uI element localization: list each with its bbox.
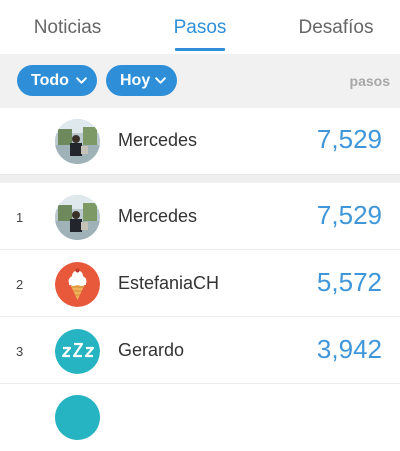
tab-desafios[interactable]: Desafíos xyxy=(286,16,386,40)
period-filter-label: Hoy xyxy=(120,72,151,89)
my-name: Mercedes xyxy=(118,130,198,150)
user-name: Gerardo xyxy=(118,340,185,360)
chevron-down-icon xyxy=(155,77,166,84)
tab-bar: Noticias Pasos Desafíos xyxy=(0,0,400,54)
user-steps: 7,529 xyxy=(316,200,382,230)
avatar xyxy=(55,262,100,307)
rank-number: 2 xyxy=(16,277,24,292)
avatar xyxy=(55,395,100,440)
user-steps: 5,572 xyxy=(316,267,382,297)
ice-cream-icon xyxy=(55,262,100,307)
tab-pasos[interactable]: Pasos xyxy=(150,16,250,40)
avatar xyxy=(55,195,100,240)
avatar xyxy=(55,329,100,374)
active-tab-indicator xyxy=(175,48,225,51)
user-name: Mercedes xyxy=(118,206,198,226)
user-steps: 3,942 xyxy=(316,334,382,364)
rank-number: 3 xyxy=(16,344,24,359)
user-name: EstefaniaCH xyxy=(118,273,220,293)
period-filter-button[interactable]: Hoy xyxy=(106,65,177,96)
units-label: pasos xyxy=(349,73,390,89)
photo-avatar-icon xyxy=(55,195,100,240)
sleep-zzz-icon xyxy=(55,329,100,374)
avatar xyxy=(55,119,100,164)
filter-bar: Todo Hoy pasos xyxy=(0,54,400,108)
ranking-row-2[interactable]: 2 EstefaniaCH 5,572 xyxy=(0,251,400,317)
rank-number: 1 xyxy=(16,210,24,225)
my-steps-row[interactable]: Mercedes 7,529 xyxy=(0,108,400,174)
ranking-row-1[interactable]: 1 Mercedes 7,529 xyxy=(0,184,400,250)
scope-filter-button[interactable]: Todo xyxy=(17,65,97,96)
chevron-down-icon xyxy=(76,77,87,84)
tab-noticias[interactable]: Noticias xyxy=(20,16,115,40)
section-divider xyxy=(0,174,400,183)
my-steps: 7,529 xyxy=(316,124,382,154)
ranking-row-3[interactable]: 3 Gerardo 3,942 xyxy=(0,318,400,384)
scope-filter-label: Todo xyxy=(31,72,69,89)
photo-avatar-icon xyxy=(55,119,100,164)
ranking-row-4-partial[interactable] xyxy=(0,385,400,451)
